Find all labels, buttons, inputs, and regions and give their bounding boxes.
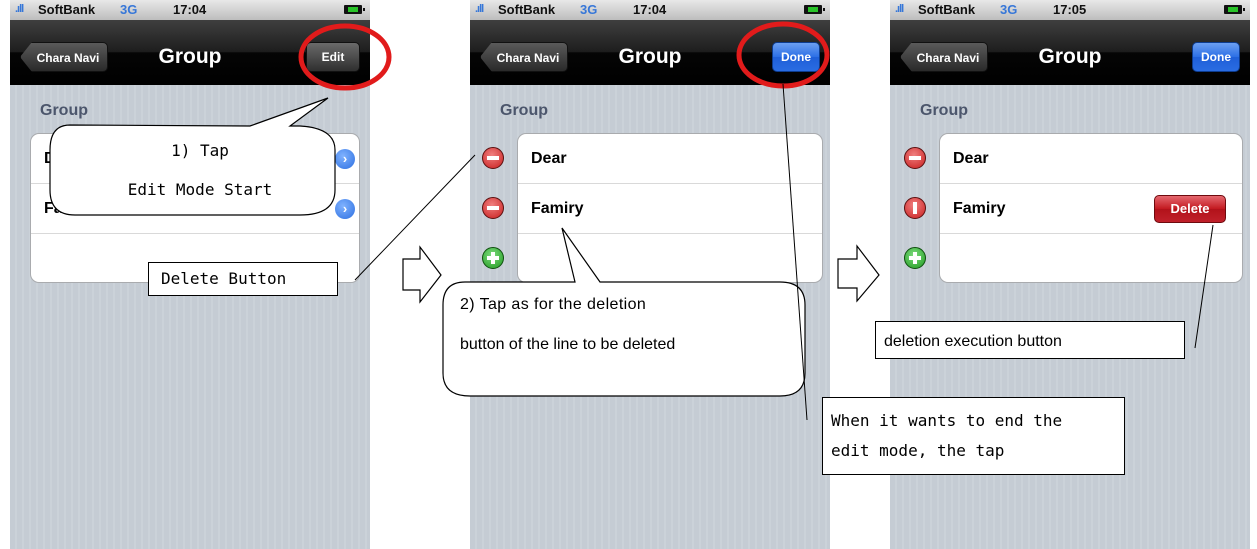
screen-edit-mode: .ıll SoftBank 3G 17:04 Chara Navi Group …: [470, 0, 830, 549]
delete-button[interactable]: Delete: [1154, 195, 1226, 223]
clock: 17:04: [173, 2, 207, 17]
navigation-bar: Chara Navi Group Done: [890, 20, 1250, 85]
table-row-empty[interactable]: [518, 234, 822, 282]
battery-icon: [804, 5, 825, 14]
row-label: Dear: [953, 150, 989, 167]
section-header: Group: [920, 102, 968, 119]
done-button[interactable]: Done: [772, 42, 820, 72]
step1-annotation-line2: Edit Mode Start: [127, 180, 273, 199]
end-edit-annotation: When it wants to end the edit mode, the …: [822, 397, 1125, 475]
delete-control-icon[interactable]: [904, 147, 926, 169]
carrier-name: SoftBank: [918, 2, 976, 17]
disclosure-arrow-icon[interactable]: ›: [335, 199, 355, 219]
delete-button-annotation: Delete Button: [148, 262, 338, 296]
table-row[interactable]: Dear: [518, 134, 822, 184]
delete-control-rotated-icon[interactable]: [904, 197, 926, 219]
table-row[interactable]: Dear: [940, 134, 1242, 184]
next-arrow-icon: [402, 245, 442, 304]
row-label: Fam: [44, 200, 77, 217]
section-header: Group: [500, 102, 548, 119]
clock: 17:05: [1053, 2, 1087, 17]
clock: 17:04: [633, 2, 667, 17]
done-button[interactable]: Done: [1192, 42, 1240, 72]
network-type: 3G: [120, 2, 138, 17]
battery-icon: [1224, 5, 1245, 14]
table-row[interactable]: Famiry Delete: [940, 184, 1242, 234]
navigation-bar: Chara Navi Group Edit: [10, 20, 370, 85]
section-header: Group: [40, 102, 88, 119]
network-type: 3G: [1000, 2, 1018, 17]
end-edit-annotation-line2: edit mode, the tap: [831, 441, 1005, 460]
carrier-name: SoftBank: [498, 2, 556, 17]
step2-annotation-line1: 2) Tap as for the deletion: [460, 296, 647, 313]
step1-annotation-line1: 1) Tap: [171, 141, 229, 160]
carrier-name: SoftBank: [38, 2, 96, 17]
end-edit-annotation-line1: When it wants to end the: [831, 411, 1063, 430]
pointer-line: [354, 154, 476, 281]
battery-icon: [344, 5, 365, 14]
signal-icon: .ıll: [475, 3, 484, 15]
table-row[interactable]: Famiry: [518, 184, 822, 234]
add-control-icon[interactable]: [904, 247, 926, 269]
group-table: Dear Famiry Delete: [939, 133, 1243, 283]
disclosure-arrow-icon[interactable]: ›: [335, 149, 355, 169]
next-arrow-icon: [837, 244, 880, 303]
group-table: Dear Famiry: [517, 133, 823, 283]
step2-annotation-line2: button of the line to be deleted: [460, 336, 676, 353]
status-bar: .ıll SoftBank 3G 17:04: [10, 0, 370, 20]
row-label: Dear: [531, 150, 567, 167]
row-label: Famiry: [953, 200, 1006, 217]
edit-button[interactable]: Edit: [306, 42, 360, 72]
table-row-empty[interactable]: [940, 234, 1242, 282]
signal-icon: .ıll: [15, 3, 24, 15]
signal-icon: .ıll: [895, 3, 904, 15]
deletion-execution-annotation: deletion execution button: [875, 321, 1185, 359]
add-control-icon[interactable]: [482, 247, 504, 269]
row-label: Famiry: [531, 200, 584, 217]
row-label: De: [44, 150, 65, 167]
delete-control-icon[interactable]: [482, 197, 504, 219]
navigation-bar: Chara Navi Group Done: [470, 20, 830, 85]
network-type: 3G: [580, 2, 598, 17]
status-bar: .ıll SoftBank 3G 17:04: [470, 0, 830, 20]
delete-control-icon[interactable]: [482, 147, 504, 169]
status-bar: .ıll SoftBank 3G 17:05: [890, 0, 1250, 20]
